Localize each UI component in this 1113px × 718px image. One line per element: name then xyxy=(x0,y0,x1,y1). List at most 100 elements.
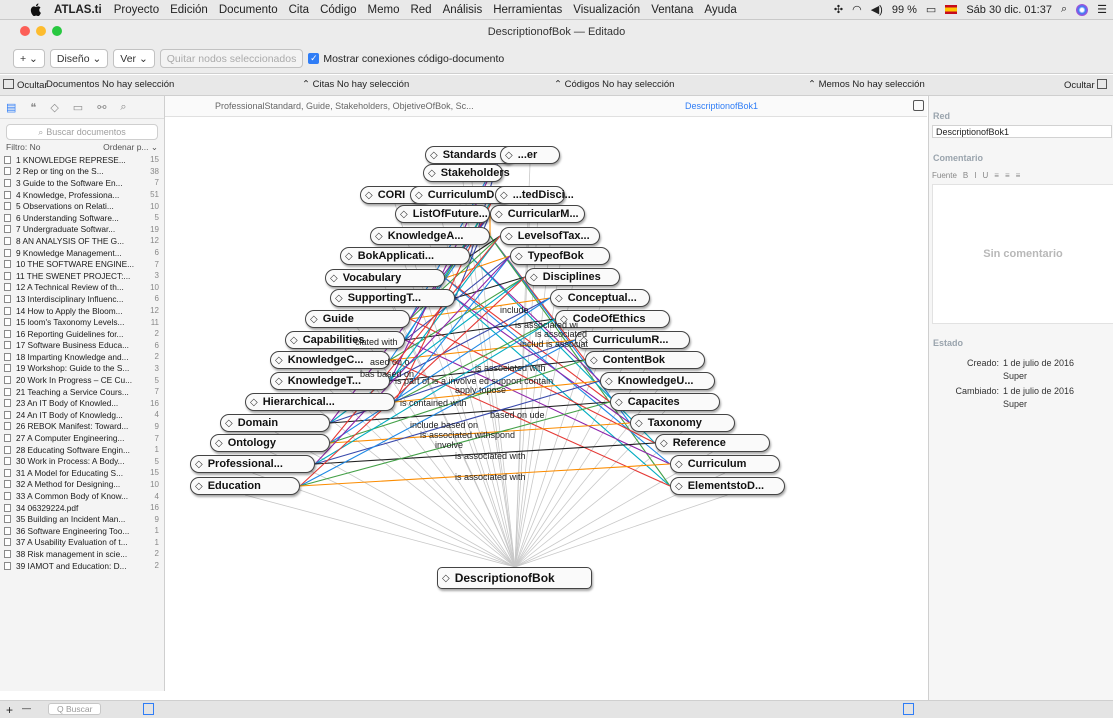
code-node[interactable]: ◇ Professional... xyxy=(190,455,315,473)
menu-visualizacion[interactable]: Visualización xyxy=(573,4,640,16)
list-item[interactable]: 19 Workshop: Guide to the S... 3 xyxy=(0,363,164,375)
align-right-button[interactable]: ≡ xyxy=(1016,171,1021,180)
list-item[interactable]: 36 Software Engineering Too... 1 xyxy=(0,525,164,537)
code-node[interactable]: ◇ Vocabulary xyxy=(325,269,445,287)
code-node[interactable]: ◇ Stakeholders xyxy=(423,164,510,182)
list-item[interactable]: 5 Observations on Relati... 10 xyxy=(0,200,164,212)
code-node[interactable]: ◇ ElementstoD... xyxy=(670,477,785,495)
documents-tab-icon[interactable]: ▤ xyxy=(6,101,16,114)
search-documents-input[interactable]: ⌕ Buscar documentos xyxy=(6,124,158,140)
network-name-field[interactable]: DescriptionofBok1 xyxy=(932,125,1112,138)
align-center-button[interactable]: ≡ xyxy=(1005,171,1010,180)
flag-icon[interactable] xyxy=(945,5,958,14)
list-item[interactable]: 16 Reporting Guidelines for... 2 xyxy=(0,328,164,340)
code-node[interactable]: ◇ Taxonomy xyxy=(630,414,735,432)
code-node[interactable]: ◇ Domain xyxy=(220,414,330,432)
menu-ayuda[interactable]: Ayuda xyxy=(704,4,736,16)
list-item[interactable]: 13 Interdisciplinary Influenc... 6 xyxy=(0,293,164,305)
siri-icon[interactable] xyxy=(1076,3,1089,16)
tab-descriptionofbok1[interactable]: DescriptionofBok1 xyxy=(685,101,758,111)
list-item[interactable]: 12 A Technical Review of th... 10 xyxy=(0,282,164,294)
list-item[interactable]: 8 AN ANALYSIS OF THE G... 12 xyxy=(0,235,164,247)
menu-codigo[interactable]: Código xyxy=(320,4,356,16)
bold-button[interactable]: B xyxy=(963,171,968,180)
list-item[interactable]: 15 loom's Taxonomy Levels... 11 xyxy=(0,316,164,328)
list-item[interactable]: 31 A Model for Educating S... 15 xyxy=(0,467,164,479)
list-item[interactable]: 26 REBOK Manifest: Toward... 9 xyxy=(0,421,164,433)
list-item[interactable]: 11 THE SWENET PROJECT:... 3 xyxy=(0,270,164,282)
list-item[interactable]: 14 How to Apply the Bloom... 12 xyxy=(0,305,164,317)
codes-tab-icon[interactable]: ◇ xyxy=(50,101,58,114)
list-item[interactable]: 17 Software Business Educa... 6 xyxy=(0,340,164,352)
code-node[interactable]: ◇ ContentBok xyxy=(585,351,705,369)
code-node[interactable]: ◇ ...tedDisci... xyxy=(495,186,574,204)
app-menu[interactable]: ATLAS.ti xyxy=(54,4,102,16)
bluetooth-icon[interactable]: ✣ xyxy=(834,3,843,16)
design-menu-button[interactable]: Diseño ⌄ xyxy=(49,49,109,68)
network-graph[interactable]: ◇ Standards ◇ Stakeholders ◇ CORI ◇ CurriculumD… xyxy=(165,117,927,700)
list-item[interactable]: 34 06329224.pdf 16 xyxy=(0,502,164,514)
underline-button[interactable]: U xyxy=(982,171,988,180)
hide-left-panel-button[interactable]: Ocultar xyxy=(3,79,48,91)
apple-icon[interactable] xyxy=(30,3,42,16)
wifi-icon[interactable]: ◠ xyxy=(852,3,862,16)
list-item[interactable]: 18 Imparting Knowledge and... 2 xyxy=(0,351,164,363)
list-item[interactable]: 38 Risk management in scie... 2 xyxy=(0,548,164,560)
code-node[interactable]: ◇ Curriculum xyxy=(670,455,780,473)
menu-analisis[interactable]: Análisis xyxy=(443,4,483,16)
show-code-document-links-checkbox[interactable]: ✓ Mostrar conexiones código-documento xyxy=(308,53,504,65)
filter-label[interactable]: Filtro: No xyxy=(6,142,40,154)
font-button[interactable]: Fuente xyxy=(932,171,957,180)
bottom-search-input[interactable]: Q Buscar xyxy=(48,703,102,715)
list-item[interactable]: 6 Understanding Software... 5 xyxy=(0,212,164,224)
add-document-button[interactable]: + xyxy=(6,703,13,717)
remove-nodes-button[interactable]: Quitar nodos seleccionados xyxy=(159,49,304,68)
menu-edicion[interactable]: Edición xyxy=(170,4,208,16)
list-item[interactable]: 1 KNOWLEDGE REPRESE... 15 xyxy=(0,154,164,166)
list-item[interactable]: 20 Work In Progress – CE Cu... 5 xyxy=(0,374,164,386)
code-node[interactable]: ◇ ListOfFuture... xyxy=(395,205,490,223)
list-item[interactable]: 2 Rep or ting on the S... 38 xyxy=(0,166,164,178)
code-node[interactable]: ◇ ...er xyxy=(500,146,560,164)
code-node[interactable]: ◇ Disciplines xyxy=(525,268,620,286)
spotlight-icon[interactable]: ⌕ xyxy=(1061,3,1067,16)
menu-red[interactable]: Red xyxy=(410,4,431,16)
pin-icon[interactable] xyxy=(913,100,924,111)
code-node[interactable]: ◇ Capacites xyxy=(610,393,720,411)
code-node[interactable]: ◇ TypeofBok xyxy=(510,247,610,265)
list-item[interactable]: 4 Knowledge, Professiona... 51 xyxy=(0,189,164,201)
code-node[interactable]: ◇ LevelsofTax... xyxy=(500,227,600,245)
quotes-filter[interactable]: ⌃ Citas No hay selección xyxy=(302,79,409,90)
comment-editor[interactable]: Sin comentario xyxy=(932,184,1113,324)
code-node[interactable]: ◇ KnowledgeU... xyxy=(600,372,715,390)
code-node[interactable]: ◇ KnowledgeA... xyxy=(370,227,490,245)
battery-icon[interactable]: ▭ xyxy=(926,3,936,16)
quotes-tab-icon[interactable]: ❝ xyxy=(30,101,36,114)
code-node[interactable]: ◇ Guide xyxy=(305,310,410,328)
code-node[interactable]: ◇ Conceptual... xyxy=(550,289,650,307)
view-menu-button[interactable]: Ver ⌄ xyxy=(113,49,155,68)
add-menu-button[interactable]: + ⌄ xyxy=(13,49,45,68)
documents-filter[interactable]: Documentos No hay selección xyxy=(46,79,174,90)
list-item[interactable]: 30 Work in Process: A Body... 5 xyxy=(0,455,164,467)
list-item[interactable]: 35 Building an Incident Man... 9 xyxy=(0,513,164,525)
clock[interactable]: Sáb 30 dic. 01:37 xyxy=(966,4,1052,16)
codes-filter[interactable]: ⌃ Códigos No hay selección xyxy=(554,79,674,90)
remove-document-button[interactable]: — xyxy=(22,703,31,713)
list-item[interactable]: 7 Undergraduate Softwar... 19 xyxy=(0,224,164,236)
list-item[interactable]: 3 Guide to the Software En... 7 xyxy=(0,177,164,189)
search-tab-icon[interactable]: ⌕ xyxy=(120,101,126,114)
list-item[interactable]: 39 IAMOT and Education: D... 2 xyxy=(0,560,164,572)
menu-ventana[interactable]: Ventana xyxy=(651,4,693,16)
memos-tab-icon[interactable]: ▭ xyxy=(73,101,83,114)
italic-button[interactable]: I xyxy=(974,171,976,180)
list-item[interactable]: 37 A Usability Evaluation of t... 1 xyxy=(0,537,164,549)
code-node[interactable]: ◇ BokApplicati... xyxy=(340,247,470,265)
list-item[interactable]: 28 Educating Software Engin... 1 xyxy=(0,444,164,456)
memos-filter[interactable]: ⌃ Memos No hay selección xyxy=(808,79,925,90)
list-item[interactable]: 32 A Method for Designing... 10 xyxy=(0,479,164,491)
code-node[interactable]: ◇ SupportingT... xyxy=(330,289,455,307)
toggle-inspector-icon[interactable] xyxy=(903,703,914,715)
menu-herramientas[interactable]: Herramientas xyxy=(493,4,562,16)
toggle-panel-icon[interactable] xyxy=(143,703,154,715)
